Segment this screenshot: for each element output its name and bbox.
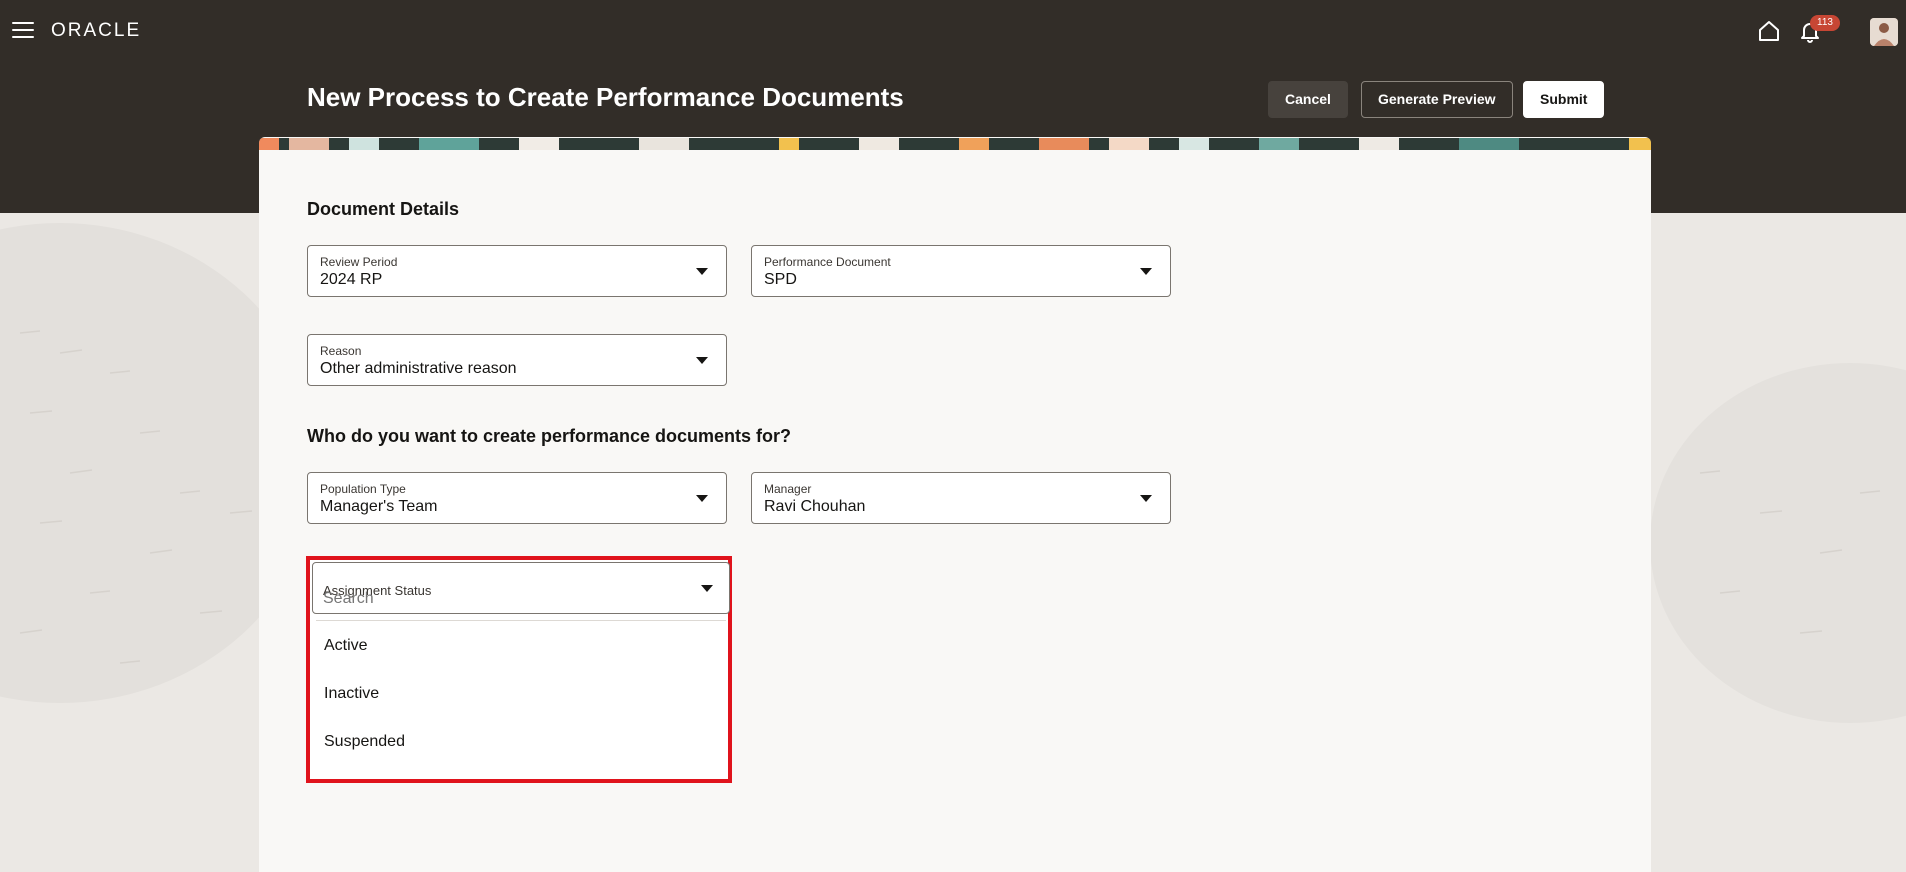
performance-document-label: Performance Document bbox=[764, 255, 891, 269]
reason-label: Reason bbox=[320, 344, 362, 358]
review-period-label: Review Period bbox=[320, 255, 398, 269]
population-type-label: Population Type bbox=[320, 482, 406, 496]
manager-label: Manager bbox=[764, 482, 812, 496]
chevron-down-icon bbox=[696, 495, 708, 502]
chevron-down-icon bbox=[696, 357, 708, 364]
chevron-down-icon bbox=[696, 268, 708, 275]
generate-preview-button[interactable]: Generate Preview bbox=[1361, 81, 1513, 118]
top-nav: ORACLE 113 bbox=[0, 0, 1906, 62]
population-type-select[interactable]: Population Type Manager's Team bbox=[307, 472, 727, 524]
reason-select[interactable]: Reason Other administrative reason bbox=[307, 334, 727, 386]
option-active[interactable]: Active bbox=[310, 622, 728, 670]
page-title: New Process to Create Performance Docume… bbox=[307, 82, 904, 112]
option-inactive[interactable]: Inactive bbox=[310, 670, 728, 718]
oracle-logo[interactable]: ORACLE bbox=[51, 20, 141, 42]
assignment-status-dropdown-highlight: Assignment Status Active Inactive Suspen… bbox=[306, 556, 732, 783]
assignment-status-select[interactable]: Assignment Status bbox=[312, 562, 730, 614]
dropdown-divider bbox=[316, 620, 726, 621]
chevron-down-icon bbox=[1140, 268, 1152, 275]
notification-count-badge: 113 bbox=[1810, 15, 1840, 31]
submit-button[interactable]: Submit bbox=[1523, 81, 1605, 118]
user-avatar[interactable] bbox=[1870, 18, 1898, 46]
option-suspended[interactable]: Suspended bbox=[310, 718, 728, 766]
hamburger-menu-icon[interactable] bbox=[12, 22, 34, 40]
manager-select[interactable]: Manager Ravi Chouhan bbox=[751, 472, 1171, 524]
chevron-down-icon[interactable] bbox=[701, 585, 713, 592]
document-details-heading: Document Details bbox=[307, 199, 460, 219]
home-icon[interactable] bbox=[1756, 18, 1782, 44]
chevron-down-icon bbox=[1140, 495, 1152, 502]
review-period-select[interactable]: Review Period 2024 RP bbox=[307, 245, 727, 297]
cancel-button[interactable]: Cancel bbox=[1268, 81, 1348, 118]
performance-document-value: SPD bbox=[764, 271, 797, 288]
assignment-status-options: Active Inactive Suspended bbox=[310, 622, 728, 766]
performance-document-select[interactable]: Performance Document SPD bbox=[751, 245, 1171, 297]
decorative-banner bbox=[259, 137, 1651, 150]
population-heading: Who do you want to create performance do… bbox=[307, 426, 792, 446]
reason-value: Other administrative reason bbox=[320, 360, 517, 377]
manager-value: Ravi Chouhan bbox=[764, 498, 866, 515]
population-type-value: Manager's Team bbox=[320, 498, 438, 515]
review-period-value: 2024 RP bbox=[320, 271, 383, 288]
assignment-status-search-input[interactable] bbox=[323, 590, 683, 608]
